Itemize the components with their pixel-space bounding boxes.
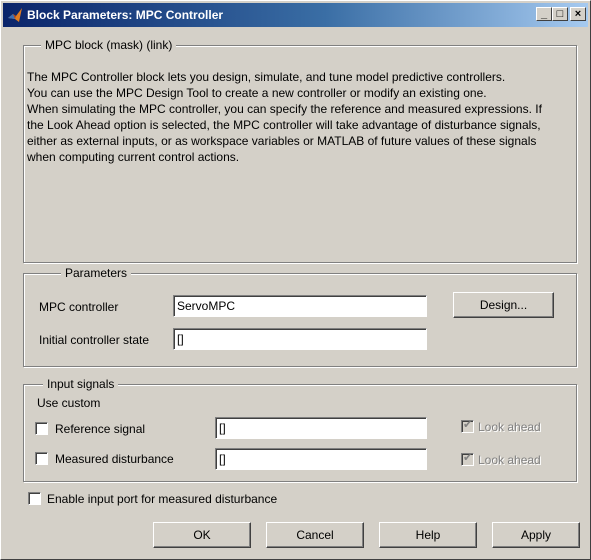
dialog-window: Block Parameters: MPC Controller _ □ × M…: [0, 0, 591, 560]
reference-signal-input[interactable]: []: [215, 417, 427, 439]
initial-state-label: Initial controller state: [39, 333, 150, 347]
use-custom-label: Use custom: [37, 396, 101, 410]
mpc-controller-input[interactable]: ServoMPC: [173, 295, 427, 317]
design-button[interactable]: Design...: [453, 292, 554, 318]
help-button[interactable]: Help: [379, 522, 477, 548]
look-ahead-reference-label: Look ahead: [478, 420, 541, 434]
minimize-button[interactable]: _: [536, 7, 552, 21]
matlab-logo-icon: [8, 8, 22, 22]
window-title: Block Parameters: MPC Controller: [27, 8, 224, 22]
description-line-1: The MPC Controller block lets you design…: [27, 70, 506, 84]
checkmark-icon: ✔: [463, 452, 473, 464]
look-ahead-measured-label: Look ahead: [478, 453, 541, 467]
description-line-2: You can use the MPC Design Tool to creat…: [27, 86, 487, 100]
reference-signal-label: Reference signal: [55, 422, 146, 436]
apply-button[interactable]: Apply: [492, 522, 580, 548]
measured-disturbance-label: Measured disturbance: [55, 452, 174, 466]
reference-signal-checkbox[interactable]: [35, 422, 48, 435]
checkmark-icon: ✔: [463, 419, 473, 431]
enable-input-port-label: Enable input port for measured disturban…: [47, 492, 278, 506]
look-ahead-measured-checkbox[interactable]: ✔: [461, 452, 474, 466]
mask-group-legend: MPC block (mask) (link): [41, 38, 177, 52]
ok-button[interactable]: OK: [153, 522, 251, 548]
description-line-3: When simulating the MPC controller, you …: [27, 102, 542, 164]
maximize-button[interactable]: □: [552, 7, 568, 21]
initial-state-input[interactable]: []: [173, 328, 427, 350]
mpc-controller-label: MPC controller: [39, 300, 119, 314]
mask-description: The MPC Controller block lets you design…: [27, 69, 547, 165]
parameters-group: [23, 273, 577, 367]
look-ahead-reference-checkbox[interactable]: ✔: [461, 419, 474, 433]
measured-disturbance-input[interactable]: []: [215, 448, 427, 470]
cancel-button[interactable]: Cancel: [266, 522, 364, 548]
enable-input-port-checkbox[interactable]: [28, 492, 41, 505]
title-bar[interactable]: Block Parameters: MPC Controller _ □ ×: [3, 3, 588, 27]
parameters-group-legend: Parameters: [61, 266, 132, 280]
close-button[interactable]: ×: [570, 7, 586, 21]
input-signals-group-legend: Input signals: [43, 377, 119, 391]
measured-disturbance-checkbox[interactable]: [35, 452, 48, 465]
